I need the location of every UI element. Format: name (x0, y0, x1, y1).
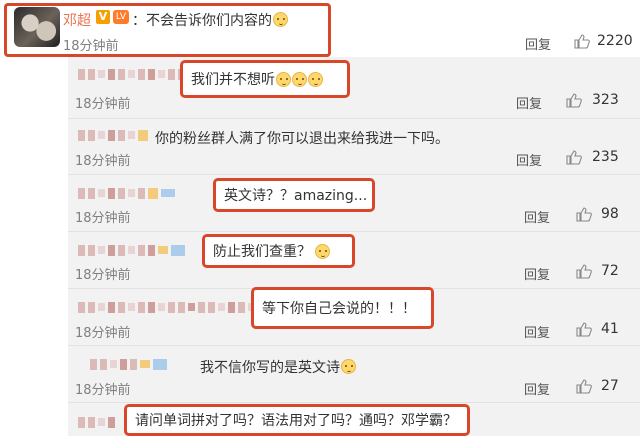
thumbs-up-icon[interactable] (576, 322, 592, 337)
main-comment-text: ：不会告诉你们内容的 (132, 10, 288, 30)
reply-button[interactable]: 回复 (524, 264, 550, 283)
thumbs-up-icon[interactable] (566, 93, 582, 108)
thumbs-up-icon[interactable] (566, 150, 582, 165)
reply-text-highlight: 等下你自己会说的！！！ (251, 287, 434, 329)
reply-like-count: 41 (601, 321, 619, 337)
reply-button[interactable]: 回复 (516, 150, 542, 169)
verified-badge-icon: V (96, 10, 110, 24)
reply-text: 我们并不想听 (191, 72, 275, 88)
thumbs-up-icon[interactable] (576, 264, 592, 279)
reply-like-count: 323 (592, 92, 619, 108)
main-comment-time: 18分钟前 (63, 39, 119, 54)
pixelated-username[interactable] (78, 415, 115, 429)
main-comment-text-content: ：不会告诉你们内容的 (132, 13, 272, 29)
reply-time: 18分钟前 (75, 326, 131, 341)
reply-text-highlight: 英文诗？？amazing... (213, 178, 375, 212)
doge-emoji-icon (308, 71, 323, 87)
reply-time: 18分钟前 (75, 268, 131, 283)
reply-text: 等下你自己会说的！！！ (262, 301, 416, 317)
doge-emoji-icon (276, 71, 291, 87)
avatar[interactable] (14, 7, 60, 47)
reply-time: 18分钟前 (75, 383, 131, 398)
pixelated-username[interactable] (78, 67, 185, 81)
level-badge-icon: LV (113, 10, 129, 24)
reply-time: 18分钟前 (75, 97, 131, 112)
thumbs-up-icon[interactable] (574, 34, 590, 49)
divider (68, 402, 640, 403)
pixelated-username[interactable] (90, 357, 167, 371)
pixelated-username[interactable] (78, 243, 185, 257)
divider (68, 118, 640, 119)
thumbs-up-icon[interactable] (576, 379, 592, 394)
reply-like-count: 27 (601, 378, 619, 394)
reply-text-highlight: 我们并不想听 (180, 60, 350, 98)
divider (68, 174, 640, 175)
pixelated-username[interactable] (78, 128, 148, 142)
reply-like-count: 98 (601, 206, 619, 222)
reply-button[interactable]: 回复 (516, 93, 542, 112)
pixelated-username[interactable] (78, 186, 175, 200)
reply-text: 请问单词拼对了吗？语法用对了吗？通吗？邓学霸？ (135, 413, 457, 429)
reply-text-content: 我不信你写的是英文诗 (200, 360, 340, 376)
reply-like-count: 72 (601, 263, 619, 279)
doge-emoji-icon (341, 359, 356, 374)
reply-button[interactable]: 回复 (524, 379, 550, 398)
divider (68, 231, 640, 232)
divider (68, 345, 640, 346)
reply-button[interactable]: 回复 (524, 207, 550, 226)
reply-text-highlight: 防止我们查重？ (202, 234, 355, 268)
reply-text: 你的粉丝群人满了你可以退出来给我进一下吗。 (155, 131, 449, 147)
reply-button[interactable]: 回复 (524, 322, 550, 341)
reply-text: 我不信你写的是英文诗 (200, 357, 356, 377)
pixelated-username[interactable] (78, 300, 265, 314)
thumbs-up-icon[interactable] (576, 207, 592, 222)
doge-emoji-icon (315, 243, 330, 259)
reply-text-highlight: 请问单词拼对了吗？语法用对了吗？通吗？邓学霸？ (124, 404, 470, 436)
reply-time: 18分钟前 (75, 211, 131, 226)
doge-emoji-icon (273, 12, 288, 27)
reply-time: 18分钟前 (75, 154, 131, 169)
reply-text: 防止我们查重？ (213, 244, 311, 260)
reply-text: 英文诗？？amazing... (224, 188, 368, 204)
main-comment-like-count: 2220 (597, 33, 633, 49)
main-comment-reply-button[interactable]: 回复 (525, 34, 551, 53)
reply-like-count: 235 (592, 149, 619, 165)
main-comment-username[interactable]: 邓超 (63, 10, 91, 30)
doge-emoji-icon (292, 71, 307, 87)
